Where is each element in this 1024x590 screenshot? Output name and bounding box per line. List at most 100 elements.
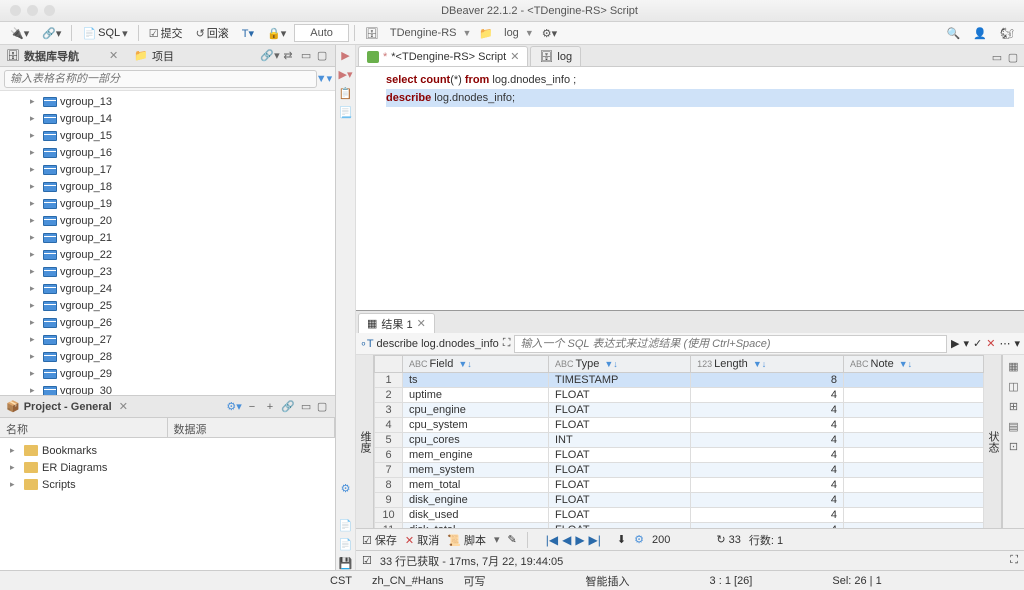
explain-icon[interactable]: 📃	[339, 106, 353, 119]
table-row[interactable]: 7mem_systemFLOAT4	[375, 463, 984, 478]
tree-item[interactable]: ▸vgroup_15	[0, 127, 335, 144]
nav-tree[interactable]: ▸vgroup_13▸vgroup_14▸vgroup_15▸vgroup_16…	[0, 91, 335, 395]
tab-log[interactable]: 🗄 log	[530, 46, 581, 66]
save-button[interactable]: ☑ 保存	[362, 532, 397, 548]
projects-tab[interactable]: 项目	[152, 48, 174, 64]
filter-toggle-icon[interactable]: ▼▾	[317, 72, 331, 86]
first-icon[interactable]: |◀	[546, 533, 558, 547]
results-grid[interactable]: ABC Field▼↓ ABC Type▼↓ 123 Length▼↓ ABC …	[374, 355, 984, 528]
prev-icon[interactable]: ◀	[562, 533, 571, 547]
gear-icon[interactable]: ⚙	[341, 482, 351, 495]
prev-icon[interactable]: ▶	[951, 337, 959, 350]
last-icon[interactable]: ▶|	[589, 533, 601, 547]
tree-item[interactable]: ▸vgroup_29	[0, 365, 335, 382]
table-row[interactable]: 8mem_totalFLOAT4	[375, 478, 984, 493]
minimize-icon[interactable]	[27, 5, 38, 16]
results-side-tabs[interactable]: 维度	[356, 355, 374, 528]
tree-item[interactable]: ▸vgroup_19	[0, 195, 335, 212]
close-icon[interactable]: ✕	[119, 400, 128, 413]
table-row[interactable]: 1tsTIMESTAMP8	[375, 373, 984, 388]
script-button[interactable]: 📜 脚本	[447, 532, 486, 548]
panel-icon[interactable]: ▤	[1007, 419, 1021, 433]
maximize-icon[interactable]: ▢	[315, 49, 329, 63]
project-item[interactable]: ▸Scripts	[0, 476, 335, 493]
tree-item[interactable]: ▸vgroup_26	[0, 314, 335, 331]
lock-button[interactable]: 🔒▾	[262, 25, 291, 42]
tree-item[interactable]: ▸vgroup_16	[0, 144, 335, 161]
table-row[interactable]: 6mem_engineFLOAT4	[375, 448, 984, 463]
panel-icon[interactable]: ⊡	[1007, 439, 1021, 453]
settings-icon[interactable]: ⚙▾	[537, 25, 562, 42]
tree-item[interactable]: ▸vgroup_13	[0, 93, 335, 110]
edit-icon[interactable]: ✎	[508, 533, 517, 546]
tree-item[interactable]: ▸vgroup_22	[0, 246, 335, 263]
table-row[interactable]: 2uptimeFLOAT4	[375, 388, 984, 403]
expand-icon[interactable]: ⛶	[503, 337, 511, 350]
more-icon[interactable]: ⋯	[999, 337, 1010, 350]
project-tree[interactable]: ▸Bookmarks▸ER Diagrams▸Scripts	[0, 438, 335, 570]
close-icon[interactable]	[10, 5, 21, 16]
close-icon[interactable]: ✕	[510, 50, 519, 63]
tree-item[interactable]: ▸vgroup_28	[0, 348, 335, 365]
maximize-icon[interactable]: ⛶	[1010, 554, 1018, 567]
table-row[interactable]: 10disk_usedFLOAT4	[375, 508, 984, 523]
notif-icon[interactable]: 👤	[968, 25, 992, 42]
collapse-icon[interactable]: −	[245, 400, 259, 414]
tree-item[interactable]: ▸vgroup_24	[0, 280, 335, 297]
project-item[interactable]: ▸ER Diagrams	[0, 459, 335, 476]
tab-results[interactable]: ▦ 结果 1 ✕	[358, 313, 435, 333]
breadcrumb-schema[interactable]: log	[501, 27, 522, 39]
minimize-icon[interactable]: ▭	[299, 400, 313, 414]
page-size[interactable]: 200	[652, 534, 670, 546]
tx-button[interactable]: T▾	[237, 25, 259, 42]
minimize-icon[interactable]: ▭	[299, 49, 313, 63]
tree-item[interactable]: ▸vgroup_17	[0, 161, 335, 178]
add-icon[interactable]: +	[263, 400, 277, 414]
panel-icon[interactable]: ▦	[1007, 359, 1021, 373]
tree-item[interactable]: ▸vgroup_21	[0, 229, 335, 246]
filter-icon[interactable]: ⇄	[281, 49, 295, 63]
save-icon[interactable]: 💾	[339, 557, 353, 570]
gear-icon[interactable]: ⚙▾	[227, 400, 241, 414]
maximize-icon[interactable]	[44, 5, 55, 16]
app-icon[interactable]: 🐿	[995, 25, 1019, 42]
close-icon[interactable]: ✕	[417, 317, 426, 330]
run-script-icon[interactable]: ▶▾	[339, 68, 353, 81]
table-row[interactable]: 4cpu_systemFLOAT4	[375, 418, 984, 433]
project-item[interactable]: ▸Bookmarks	[0, 442, 335, 459]
panel-icon[interactable]: ⊞	[1007, 399, 1021, 413]
next-icon[interactable]: ▶	[575, 533, 584, 547]
tree-item[interactable]: ▸vgroup_27	[0, 331, 335, 348]
run-icon[interactable]: ▶	[341, 49, 349, 62]
tree-item[interactable]: ▸vgroup_14	[0, 110, 335, 127]
breadcrumb-db[interactable]: TDengine-RS	[387, 27, 460, 39]
sql-button[interactable]: 📄SQL▾	[77, 25, 132, 42]
link-icon[interactable]: 🔗	[281, 400, 295, 414]
tree-item[interactable]: ▸vgroup_20	[0, 212, 335, 229]
results-filter-input[interactable]	[514, 335, 947, 353]
nav-filter-input[interactable]	[4, 70, 317, 88]
connect-button[interactable]: 🔌▾	[5, 25, 34, 42]
col-name[interactable]: 名称	[0, 418, 168, 437]
tree-item[interactable]: ▸vgroup_25	[0, 297, 335, 314]
col-note[interactable]: ABC Note▼↓	[843, 356, 983, 373]
table-row[interactable]: 5cpu_coresINT4	[375, 433, 984, 448]
new-conn-button[interactable]: 🔗▾	[37, 25, 66, 42]
tree-item[interactable]: ▸vgroup_30	[0, 382, 335, 395]
config-icon[interactable]: ⚙	[634, 533, 644, 546]
maximize-icon[interactable]: ▢	[1006, 50, 1020, 64]
col-field[interactable]: ABC Field▼↓	[403, 356, 549, 373]
import-icon[interactable]: 📄	[339, 538, 353, 551]
auto-commit-toggle[interactable]: Auto	[294, 24, 349, 42]
panel-icon[interactable]: ◫	[1007, 379, 1021, 393]
commit-button[interactable]: ☑提交	[144, 23, 188, 43]
settings-icon[interactable]: ▾	[1014, 337, 1020, 350]
table-row[interactable]: 3cpu_engineFLOAT4	[375, 403, 984, 418]
sql-editor[interactable]: select count(*) from log.dnodes_info ; d…	[356, 67, 1024, 310]
minimize-icon[interactable]: ▭	[990, 50, 1004, 64]
clear-icon[interactable]: ✕	[986, 337, 995, 350]
export-icon[interactable]: ⬇	[617, 533, 626, 546]
rollback-button[interactable]: ↺回滚	[191, 23, 234, 43]
search-icon[interactable]: 🔍	[942, 25, 966, 42]
col-rownum[interactable]	[375, 356, 403, 373]
